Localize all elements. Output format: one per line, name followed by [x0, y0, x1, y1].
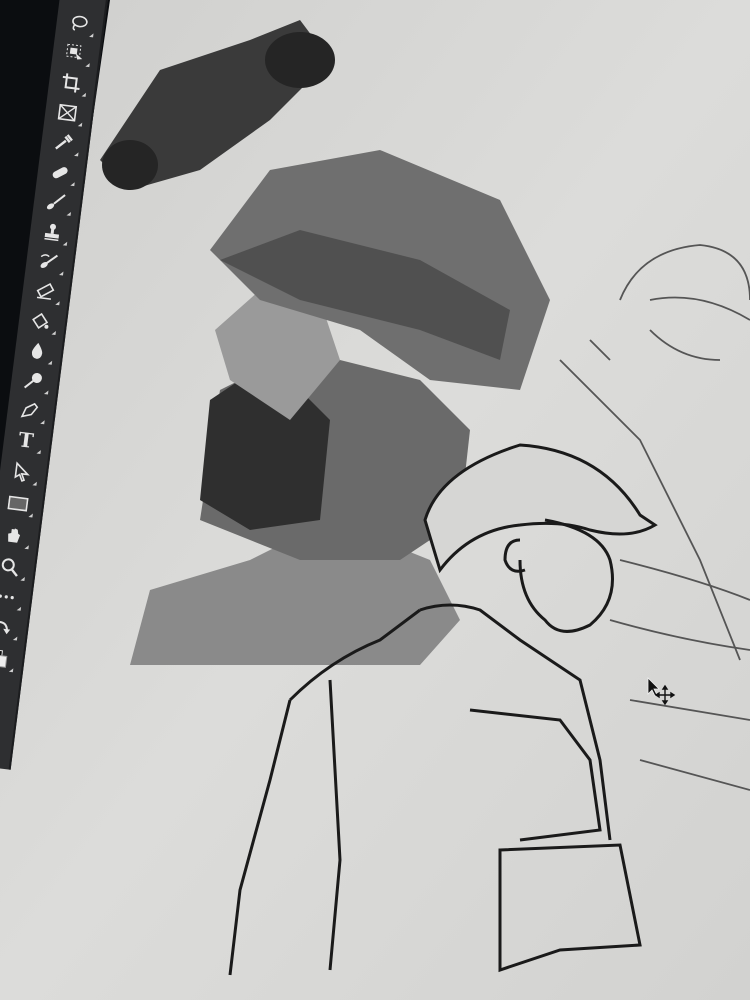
stamp-icon	[44, 223, 60, 242]
object-select-icon	[65, 43, 83, 60]
healing-brush-tool[interactable]	[44, 158, 75, 187]
swap-icon	[0, 620, 11, 635]
blur-tool[interactable]	[22, 336, 53, 365]
frame-icon	[57, 103, 78, 122]
lasso-icon	[72, 15, 88, 31]
bucket-icon	[32, 312, 49, 329]
history-brush-tool[interactable]	[33, 247, 64, 276]
eyedropper-icon	[55, 134, 73, 150]
object-selection-tool[interactable]	[59, 39, 90, 68]
magnifier-icon	[1, 558, 18, 577]
ellipsis-icon	[0, 594, 14, 600]
type-tool[interactable]: T	[11, 425, 42, 454]
move-cursor-icon	[647, 677, 676, 706]
eraser-tool[interactable]	[29, 277, 60, 306]
brush-tool[interactable]	[41, 187, 72, 216]
zoom-tool[interactable]	[0, 552, 26, 581]
history-brush-icon	[40, 254, 58, 269]
swap-colors[interactable]	[0, 612, 18, 641]
type-icon: T	[17, 427, 35, 453]
drop-icon	[31, 342, 43, 359]
pen-icon	[20, 402, 39, 418]
eyedropper-tool[interactable]	[48, 128, 79, 157]
clone-stamp-tool[interactable]	[37, 217, 68, 246]
foreground-background-icon	[0, 648, 8, 668]
frame-tool[interactable]	[52, 98, 83, 127]
dodge-tool[interactable]	[18, 366, 49, 395]
rectangle-icon	[7, 495, 29, 512]
lasso-tool[interactable]	[63, 9, 94, 38]
pen-tool[interactable]	[14, 396, 45, 425]
eraser-icon	[36, 282, 55, 300]
path-selection-tool[interactable]	[7, 457, 38, 486]
more-tools[interactable]	[0, 582, 22, 611]
rectangle-tool[interactable]	[3, 489, 34, 518]
crop-tool[interactable]	[56, 68, 87, 97]
dodge-icon	[24, 372, 42, 389]
drawing-canvas[interactable]	[0, 0, 750, 1000]
color-swatches[interactable]	[0, 644, 14, 673]
bandage-icon	[52, 167, 68, 179]
paint-bucket-tool[interactable]	[26, 306, 57, 335]
hand-icon	[8, 528, 21, 543]
arrow-icon	[14, 461, 30, 482]
brush-icon	[46, 194, 66, 210]
crop-icon	[62, 73, 80, 93]
hand-tool[interactable]	[0, 521, 30, 550]
